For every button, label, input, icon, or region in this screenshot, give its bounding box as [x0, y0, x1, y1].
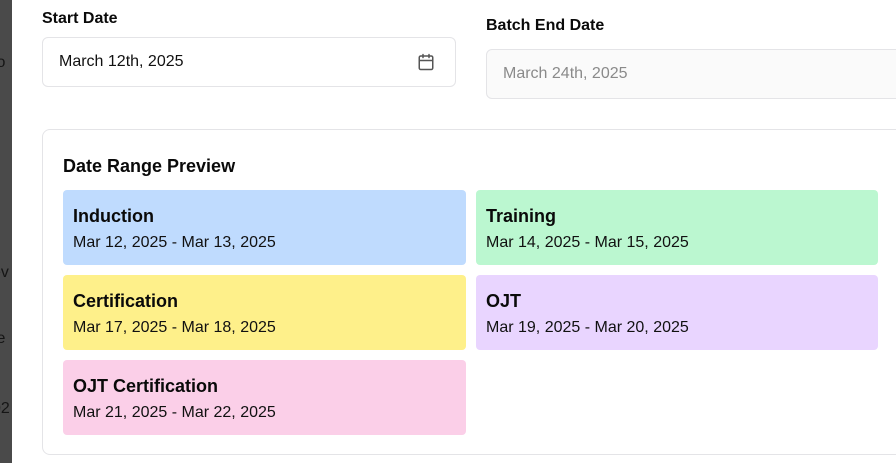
phase-block-ojt-certification: OJT Certification Mar 21, 2025 - Mar 22,… — [63, 360, 466, 435]
date-range-preview-card: Date Range Preview Induction Mar 12, 202… — [42, 129, 896, 455]
phase-name: Induction — [73, 206, 154, 226]
batch-dates-dialog: Start Date March 12th, 2025 Batch End Da… — [12, 0, 896, 463]
phase-date-range: Mar 14, 2025 - Mar 15, 2025 — [486, 234, 689, 251]
background-page: to s ev te 02 — [0, 0, 12, 463]
phase-name: Training — [486, 206, 557, 226]
background-text-fragment: to — [0, 54, 6, 71]
calendar-icon[interactable] — [417, 53, 435, 71]
phase-block-certification: Certification Mar 17, 2025 - Mar 18, 202… — [63, 275, 466, 350]
background-text-fragment: 02 — [0, 400, 10, 417]
phase-name: OJT — [486, 291, 522, 311]
start-date-picker[interactable]: March 12th, 2025 — [42, 37, 456, 87]
start-date-label: Start Date — [42, 10, 118, 27]
background-text-fragment: te — [0, 330, 6, 347]
background-text-fragment: ev — [0, 264, 9, 281]
phase-block-induction: Induction Mar 12, 2025 - Mar 13, 2025 — [63, 190, 466, 265]
phase-block-ojt: OJT Mar 19, 2025 - Mar 20, 2025 — [476, 275, 878, 350]
batch-end-date-value: March 24th, 2025 — [503, 65, 628, 82]
phase-date-range: Mar 17, 2025 - Mar 18, 2025 — [73, 319, 276, 336]
phase-name: OJT Certification — [73, 376, 219, 396]
batch-end-date-label: Batch End Date — [486, 17, 605, 34]
phase-name: Certification — [73, 291, 179, 311]
date-range-preview-title: Date Range Preview — [63, 156, 236, 176]
start-date-value: March 12th, 2025 — [59, 53, 184, 70]
phase-date-range: Mar 21, 2025 - Mar 22, 2025 — [73, 404, 276, 421]
phase-date-range: Mar 19, 2025 - Mar 20, 2025 — [486, 319, 689, 336]
phase-block-training: Training Mar 14, 2025 - Mar 15, 2025 — [476, 190, 878, 265]
phase-date-range: Mar 12, 2025 - Mar 13, 2025 — [73, 234, 276, 251]
batch-end-date-field: March 24th, 2025 — [486, 49, 896, 99]
